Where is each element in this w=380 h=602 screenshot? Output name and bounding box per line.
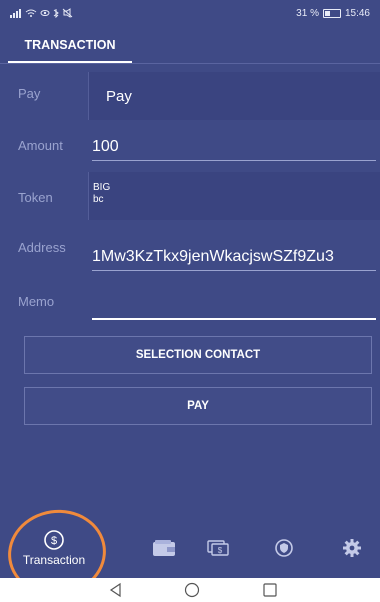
- nav-item-security[interactable]: [266, 518, 302, 578]
- memo-input[interactable]: [92, 292, 376, 320]
- battery-percent: 31 %: [296, 8, 319, 19]
- address-value: 1Mw3KzTkx9jenWkacjswSZf9Zu3: [92, 248, 334, 265]
- pay-value: Pay: [106, 88, 132, 105]
- back-icon[interactable]: [108, 582, 124, 598]
- clock: 15:46: [344, 8, 370, 19]
- system-navigation-bar: [0, 578, 380, 602]
- pay-button[interactable]: PAY: [24, 387, 372, 425]
- tab-header: TRANSACTION: [0, 28, 380, 64]
- amount-value: 100: [92, 138, 119, 155]
- wallet-icon: [153, 540, 175, 556]
- phone-screen: 31 % 15:46 TRANSACTION Pay Pay Amount 10…: [0, 0, 380, 602]
- pay-select[interactable]: Pay: [88, 72, 380, 120]
- token-name: BIG: [93, 182, 111, 193]
- token-select[interactable]: BIG bc: [88, 172, 380, 220]
- status-right: 31 % 15:46: [296, 8, 370, 19]
- shield-icon: [275, 539, 293, 557]
- selection-contact-button[interactable]: SELECTION CONTACT: [24, 336, 372, 374]
- token-label: Token: [18, 190, 53, 205]
- money-exchange-icon: $: [207, 540, 229, 556]
- address-input[interactable]: 1Mw3KzTkx9jenWkacjswSZf9Zu3: [92, 244, 376, 271]
- battery-icon: [322, 9, 341, 18]
- nav-item-wallet[interactable]: [146, 518, 182, 578]
- tab-divider: [0, 63, 380, 64]
- tab-transaction[interactable]: TRANSACTION: [8, 28, 132, 62]
- token-symbol: bc: [93, 194, 104, 205]
- status-bar: 31 % 15:46: [0, 0, 380, 28]
- gear-icon: [343, 539, 361, 557]
- amount-label: Amount: [18, 138, 63, 153]
- memo-label: Memo: [18, 294, 55, 309]
- pay-label: Pay: [18, 86, 41, 101]
- status-icons: [10, 8, 76, 21]
- svg-text:$: $: [218, 546, 223, 555]
- home-icon[interactable]: [184, 582, 200, 598]
- signal-icons: [10, 8, 73, 19]
- nav-item-settings[interactable]: [334, 518, 370, 578]
- amount-input[interactable]: 100: [92, 134, 376, 161]
- recent-apps-icon[interactable]: [262, 582, 278, 598]
- nav-item-exchange[interactable]: $: [200, 518, 236, 578]
- address-label: Address: [18, 240, 66, 255]
